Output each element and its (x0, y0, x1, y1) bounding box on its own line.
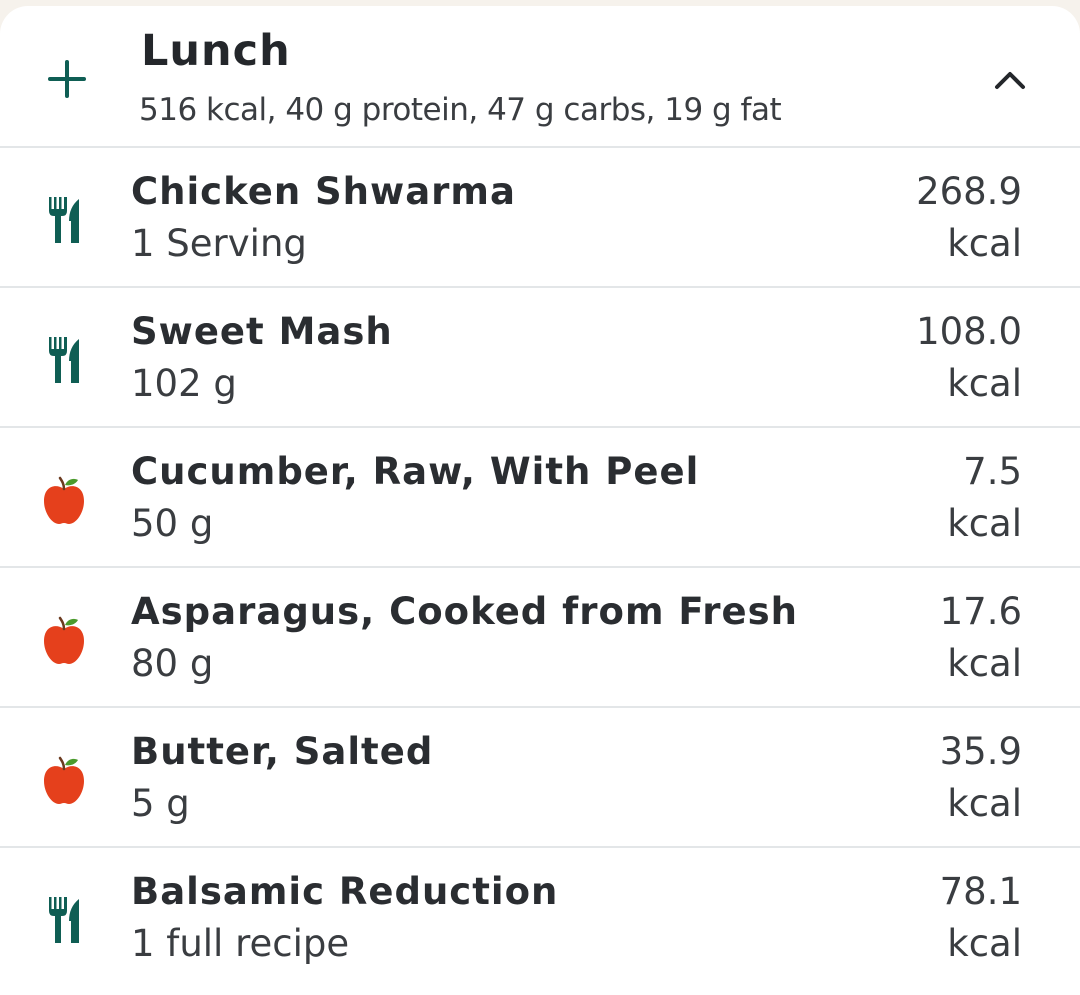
food-name: Cucumber, Raw, With Peel (131, 450, 700, 493)
food-list: Chicken Shwarma 1 Serving 268.9 kcal Swe… (0, 148, 1080, 988)
food-icon (40, 752, 88, 808)
food-amount: 1 full recipe (131, 922, 350, 965)
food-kcal-unit: kcal (947, 922, 1022, 965)
food-icon (40, 892, 88, 948)
apple-icon (44, 756, 84, 804)
meal-nutrition-summary: 516 kcal, 40 g protein, 47 g carbs, 19 g… (139, 92, 782, 128)
food-kcal-unit: kcal (947, 362, 1022, 405)
add-food-button[interactable] (42, 54, 92, 104)
apple-icon (44, 476, 84, 524)
food-kcal-unit: kcal (947, 222, 1022, 265)
food-row[interactable]: Balsamic Reduction 1 full recipe 78.1 kc… (0, 848, 1080, 988)
food-icon (40, 332, 88, 388)
cutlery-icon (49, 897, 79, 943)
food-kcal-unit: kcal (947, 642, 1022, 685)
apple-icon (44, 616, 84, 664)
food-icon (40, 612, 88, 668)
collapse-button[interactable] (988, 58, 1032, 102)
food-name: Butter, Salted (131, 730, 434, 773)
chevron-up-icon (995, 72, 1025, 89)
meal-header[interactable]: Lunch 516 kcal, 40 g protein, 47 g carbs… (0, 6, 1080, 148)
food-row[interactable]: Asparagus, Cooked from Fresh 80 g 17.6 k… (0, 568, 1080, 708)
meal-card: Lunch 516 kcal, 40 g protein, 47 g carbs… (0, 6, 1080, 995)
food-kcal-value: 78.1 (939, 870, 1022, 913)
plus-icon (48, 60, 86, 98)
food-kcal-unit: kcal (947, 782, 1022, 825)
food-name: Sweet Mash (131, 310, 393, 353)
food-icon (40, 472, 88, 528)
food-amount: 5 g (131, 782, 190, 825)
cutlery-icon (49, 337, 79, 383)
food-kcal-value: 17.6 (939, 590, 1022, 633)
food-name: Chicken Shwarma (131, 170, 516, 213)
cutlery-icon (49, 197, 79, 243)
food-name: Asparagus, Cooked from Fresh (131, 590, 798, 633)
meal-title: Lunch (141, 26, 291, 76)
food-amount: 102 g (131, 362, 237, 405)
food-kcal-value: 35.9 (939, 730, 1022, 773)
food-kcal-value: 108.0 (916, 310, 1022, 353)
food-row[interactable]: Butter, Salted 5 g 35.9 kcal (0, 708, 1080, 848)
food-amount: 1 Serving (131, 222, 307, 265)
food-amount: 50 g (131, 502, 214, 545)
food-icon (40, 192, 88, 248)
food-kcal-unit: kcal (947, 502, 1022, 545)
food-row[interactable]: Cucumber, Raw, With Peel 50 g 7.5 kcal (0, 428, 1080, 568)
food-row[interactable]: Chicken Shwarma 1 Serving 268.9 kcal (0, 148, 1080, 288)
food-kcal-value: 7.5 (963, 450, 1022, 493)
food-kcal-value: 268.9 (916, 170, 1022, 213)
food-name: Balsamic Reduction (131, 870, 559, 913)
food-row[interactable]: Sweet Mash 102 g 108.0 kcal (0, 288, 1080, 428)
food-amount: 80 g (131, 642, 214, 685)
